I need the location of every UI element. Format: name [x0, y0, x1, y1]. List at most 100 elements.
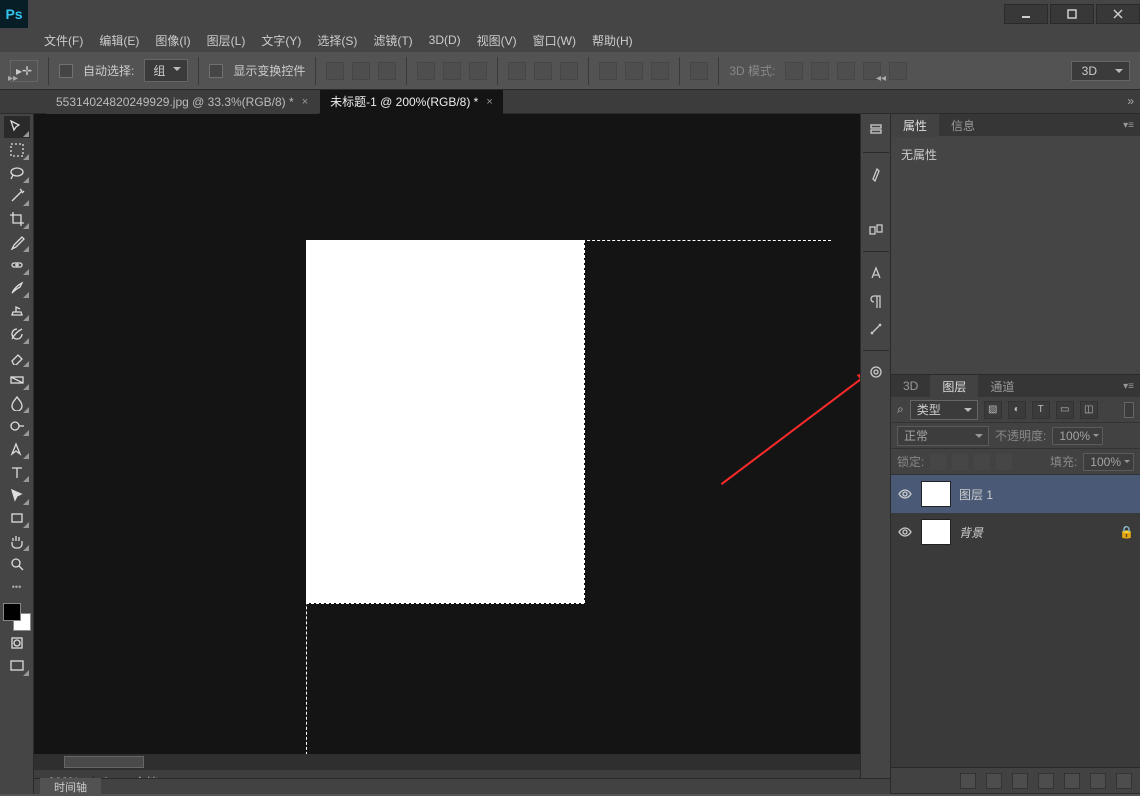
- close-tab-icon[interactable]: ×: [486, 96, 492, 108]
- magic-wand-tool[interactable]: [4, 185, 30, 207]
- window-minimize[interactable]: [1004, 4, 1048, 24]
- path-selection-tool[interactable]: [4, 484, 30, 506]
- menu-滤镜(T)[interactable]: 滤镜(T): [367, 29, 418, 52]
- lasso-tool[interactable]: [4, 162, 30, 184]
- visibility-eye-icon[interactable]: [897, 524, 913, 540]
- clone-source-icon[interactable]: [865, 219, 887, 241]
- tab-3d[interactable]: 3D: [891, 376, 930, 396]
- lock-all-icon[interactable]: [996, 454, 1012, 470]
- brush-tool[interactable]: [4, 277, 30, 299]
- show-transform-checkbox[interactable]: [209, 64, 223, 78]
- edit-toolbar[interactable]: •••: [4, 576, 30, 598]
- screen-mode-tool[interactable]: [4, 655, 30, 677]
- auto-align-icon[interactable]: [690, 62, 708, 80]
- layer-thumbnail[interactable]: [921, 519, 951, 545]
- layer-group-icon[interactable]: [1064, 773, 1080, 789]
- marquee-tool[interactable]: [4, 139, 30, 161]
- tabs-overflow-icon[interactable]: »: [1127, 94, 1134, 108]
- crop-tool[interactable]: [4, 208, 30, 230]
- distribute-icon[interactable]: [625, 62, 643, 80]
- menu-视图(V)[interactable]: 视图(V): [471, 29, 523, 52]
- menu-选择(S)[interactable]: 选择(S): [311, 29, 363, 52]
- right-panel-collapse-icon[interactable]: ◂◂: [876, 73, 886, 84]
- menu-图像(I)[interactable]: 图像(I): [149, 29, 196, 52]
- panel-menu-icon[interactable]: ▾≡: [1117, 381, 1140, 392]
- filter-pixel-icon[interactable]: ▧: [984, 401, 1002, 419]
- dodge-tool[interactable]: [4, 415, 30, 437]
- history-panel-icon[interactable]: [865, 120, 887, 142]
- brush-panel-icon[interactable]: [865, 163, 887, 185]
- rectangle-tool[interactable]: [4, 507, 30, 529]
- distribute-icon[interactable]: [599, 62, 617, 80]
- align-icon[interactable]: [352, 62, 370, 80]
- quick-mask-tool[interactable]: [4, 632, 30, 654]
- history-brush-tool[interactable]: [4, 323, 30, 345]
- paragraph-panel-icon[interactable]: [865, 290, 887, 312]
- align-icon[interactable]: [469, 62, 487, 80]
- distribute-icon[interactable]: [651, 62, 669, 80]
- tab-layers[interactable]: 图层: [930, 375, 978, 398]
- tab-properties[interactable]: 属性: [891, 114, 939, 137]
- gradient-tool[interactable]: [4, 369, 30, 391]
- layer-style-icon[interactable]: [986, 773, 1002, 789]
- orbit-3d-icon[interactable]: [785, 62, 803, 80]
- align-icon[interactable]: [326, 62, 344, 80]
- foreground-background-swatch[interactable]: [3, 603, 31, 631]
- tools-presets-icon[interactable]: [865, 318, 887, 340]
- layer-row[interactable]: 图层 1: [891, 475, 1140, 513]
- pen-tool[interactable]: [4, 438, 30, 460]
- roll-3d-icon[interactable]: [811, 62, 829, 80]
- auto-select-checkbox[interactable]: [59, 64, 73, 78]
- clone-stamp-tool[interactable]: [4, 300, 30, 322]
- layer-name[interactable]: 图层 1: [959, 486, 993, 503]
- panel-menu-icon[interactable]: ▾≡: [1117, 120, 1140, 131]
- layer-name[interactable]: 背景: [959, 524, 983, 541]
- blur-tool[interactable]: [4, 392, 30, 414]
- link-layers-icon[interactable]: [960, 773, 976, 789]
- filter-type-icon[interactable]: T: [1032, 401, 1050, 419]
- layer-row[interactable]: 背景🔒: [891, 513, 1140, 551]
- workspace-select[interactable]: 3D: [1071, 61, 1130, 81]
- tab-channels[interactable]: 通道: [978, 375, 1026, 398]
- foreground-color[interactable]: [3, 603, 21, 621]
- libraries-icon[interactable]: [865, 361, 887, 383]
- move-tool[interactable]: [4, 116, 30, 138]
- distribute-icon[interactable]: [560, 62, 578, 80]
- fill-value[interactable]: 100%: [1083, 453, 1134, 471]
- pan-3d-icon[interactable]: [837, 62, 855, 80]
- lock-position-icon[interactable]: [974, 454, 990, 470]
- visibility-eye-icon[interactable]: [897, 486, 913, 502]
- menu-编辑(E)[interactable]: 编辑(E): [93, 29, 145, 52]
- lock-pixels-icon[interactable]: [952, 454, 968, 470]
- auto-select-target[interactable]: 组: [144, 59, 188, 82]
- left-panel-expand-icon[interactable]: ▸▸: [8, 73, 18, 84]
- close-tab-icon[interactable]: ×: [302, 96, 308, 108]
- type-tool[interactable]: [4, 461, 30, 483]
- filter-smart-icon[interactable]: ◫: [1080, 401, 1098, 419]
- menu-帮助(H)[interactable]: 帮助(H): [586, 29, 639, 52]
- document-tab[interactable]: 未标题-1 @ 200%(RGB/8) *×: [320, 90, 503, 114]
- horizontal-scrollbar[interactable]: [34, 754, 860, 770]
- distribute-icon[interactable]: [508, 62, 526, 80]
- filter-shape-icon[interactable]: ▭: [1056, 401, 1074, 419]
- healing-brush-tool[interactable]: [4, 254, 30, 276]
- hand-tool[interactable]: [4, 530, 30, 552]
- document-tab[interactable]: 55314024820249929.jpg @ 33.3%(RGB/8) *×: [46, 90, 318, 114]
- zoom-3d-icon[interactable]: [889, 62, 907, 80]
- new-layer-icon[interactable]: [1090, 773, 1106, 789]
- menu-3D(D)[interactable]: 3D(D): [423, 30, 467, 50]
- menu-图层(L)[interactable]: 图层(L): [201, 29, 252, 52]
- align-icon[interactable]: [417, 62, 435, 80]
- menu-窗口(W)[interactable]: 窗口(W): [527, 29, 582, 52]
- tab-info[interactable]: 信息: [939, 114, 987, 137]
- tab-timeline[interactable]: 时间轴: [40, 778, 101, 796]
- window-maximize[interactable]: [1050, 4, 1094, 24]
- eyedropper-tool[interactable]: [4, 231, 30, 253]
- adjustment-layer-icon[interactable]: [1038, 773, 1054, 789]
- distribute-icon[interactable]: [534, 62, 552, 80]
- eraser-tool[interactable]: [4, 346, 30, 368]
- character-panel-icon[interactable]: [865, 262, 887, 284]
- layer-filter-kind[interactable]: 类型: [910, 400, 978, 420]
- canvas-area[interactable]: 200% ⇪ 文档:66.3K/4.56M ▸: [34, 114, 860, 794]
- layer-mask-icon[interactable]: [1012, 773, 1028, 789]
